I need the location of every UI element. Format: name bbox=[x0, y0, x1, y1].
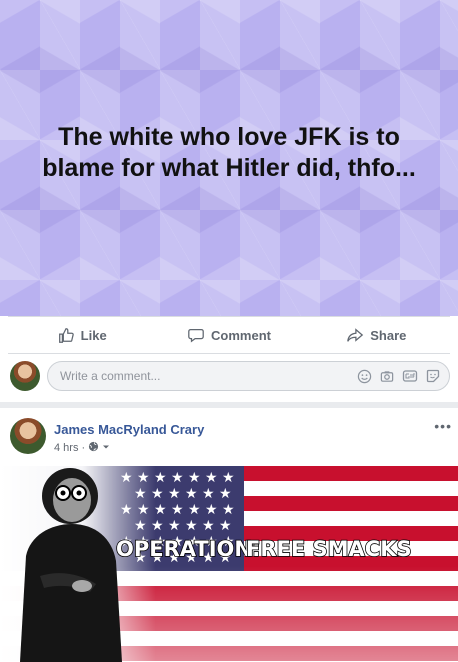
like-button[interactable]: Like bbox=[8, 317, 155, 353]
meme-text-left: OPERATION: bbox=[116, 537, 260, 561]
timestamp[interactable]: 4 hrs bbox=[54, 442, 78, 454]
post-text: The white who love JFK is to blame for w… bbox=[42, 123, 416, 182]
action-bar: Like Comment Share bbox=[8, 316, 450, 354]
meta-separator: · bbox=[81, 442, 86, 454]
background-post: The white who love JFK is to blame for w… bbox=[0, 0, 458, 316]
comment-placeholder: Write a comment... bbox=[60, 369, 161, 383]
share-icon bbox=[347, 328, 364, 342]
share-button[interactable]: Share bbox=[303, 317, 450, 353]
meme-image[interactable]: ★ ★ ★ ★ ★ ★ ★ ★ ★ ★ ★ ★ ★ ★ ★ ★ ★ ★ ★ ★ … bbox=[0, 466, 458, 662]
emoji-icon[interactable] bbox=[356, 368, 372, 384]
comment-row: Write a comment... bbox=[10, 360, 450, 392]
comment-icon bbox=[188, 328, 204, 343]
second-post: James MacRyland Crary 4 hrs · ••• OPERAT… bbox=[0, 408, 458, 662]
like-label: Like bbox=[80, 327, 107, 343]
chevron-down-icon[interactable] bbox=[102, 442, 110, 454]
comment-button[interactable]: Comment bbox=[155, 317, 302, 353]
first-post: The white who love JFK is to blame for w… bbox=[0, 0, 458, 402]
author-avatar[interactable] bbox=[10, 418, 46, 454]
author-name[interactable]: James MacRyland Crary bbox=[54, 422, 204, 437]
share-label: Share bbox=[370, 327, 407, 343]
sticker-icon[interactable] bbox=[425, 368, 441, 384]
gif-icon[interactable] bbox=[402, 368, 418, 384]
meme-text-right: FREE SMACKS bbox=[246, 537, 412, 561]
globe-icon[interactable] bbox=[88, 441, 99, 455]
thumbs-up-icon bbox=[58, 328, 74, 343]
post-meta: 4 hrs · bbox=[54, 441, 204, 455]
camera-icon[interactable] bbox=[379, 368, 395, 384]
comment-label: Comment bbox=[211, 327, 271, 343]
post-header: James MacRyland Crary 4 hrs · bbox=[10, 418, 204, 458]
user-avatar[interactable] bbox=[10, 361, 40, 391]
more-options-icon[interactable]: ••• bbox=[434, 418, 452, 434]
comment-input[interactable]: Write a comment... bbox=[47, 361, 450, 391]
